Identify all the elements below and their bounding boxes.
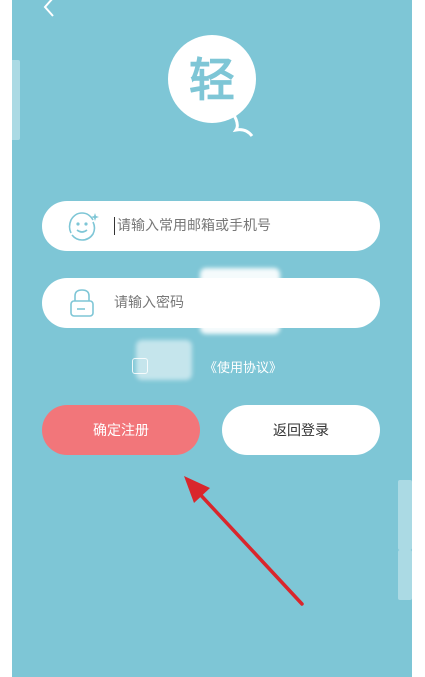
masked-region [200, 268, 280, 334]
watermark-stroke [398, 480, 412, 550]
watermark-stroke [12, 60, 20, 140]
masked-region-2 [136, 340, 192, 380]
text-caret [114, 217, 115, 235]
email-input[interactable] [117, 218, 337, 234]
balloon-logo-icon: 轻 [162, 32, 272, 142]
lock-icon [64, 285, 100, 321]
register-screen: 轻 《使用协议》 [12, 0, 412, 677]
usage-agreement-link[interactable]: 《使用协议》 [204, 357, 282, 376]
smiley-icon [64, 208, 100, 244]
email-field[interactable] [42, 201, 380, 251]
watermark-stroke [398, 550, 412, 600]
logo-glyph: 轻 [189, 53, 235, 107]
register-button[interactable]: 确定注册 [42, 405, 200, 455]
back-to-login-button[interactable]: 返回登录 [222, 405, 380, 455]
back-chevron-icon[interactable] [34, 0, 64, 22]
